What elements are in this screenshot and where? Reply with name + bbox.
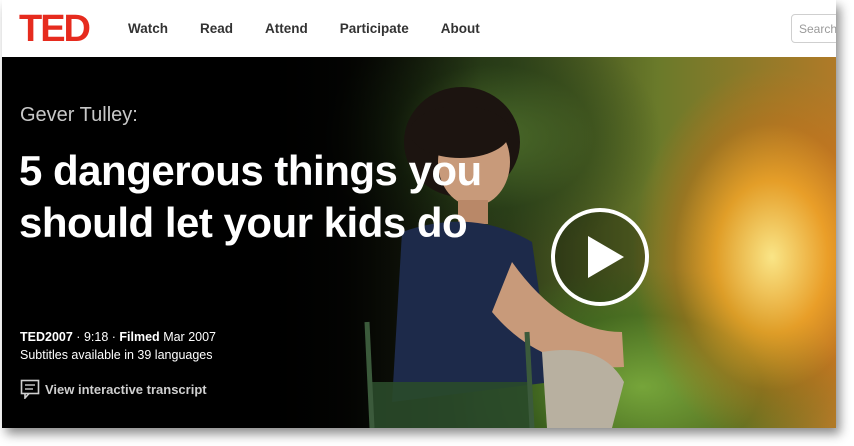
nav-read[interactable]: Read: [200, 20, 233, 38]
talk-hero[interactable]: Gever Tulley: 5 dangerous things you sho…: [2, 57, 836, 428]
talk-duration: 9:18: [83, 330, 109, 344]
ted-page: TED Watch Read Attend Participate About …: [2, 0, 836, 428]
top-navigation-bar: TED Watch Read Attend Participate About …: [2, 0, 836, 57]
event-name[interactable]: TED2007: [20, 330, 73, 344]
transcript-label: View interactive transcript: [45, 381, 207, 397]
search-input[interactable]: Search: [791, 14, 836, 43]
meta-separator: ·: [76, 330, 84, 344]
nav-about[interactable]: About: [441, 20, 480, 38]
filmed-label: Filmed: [119, 330, 160, 344]
nav-watch[interactable]: Watch: [128, 20, 168, 38]
talk-meta: TED2007 · 9:18 · Filmed Mar 2007: [20, 328, 216, 346]
talk-title: 5 dangerous things you should let your k…: [19, 147, 482, 246]
nav-participate[interactable]: Participate: [340, 20, 409, 38]
subtitles-info[interactable]: Subtitles available in 39 languages: [20, 346, 213, 364]
play-button[interactable]: [550, 207, 650, 307]
main-nav: Watch Read Attend Participate About: [128, 20, 512, 38]
speaker-name: Gever Tulley:: [20, 104, 138, 126]
filmed-date: Mar 2007: [163, 330, 216, 344]
nav-attend[interactable]: Attend: [265, 20, 308, 38]
ted-logo[interactable]: TED: [19, 9, 91, 49]
transcript-link[interactable]: View interactive transcript: [20, 379, 207, 399]
transcript-icon: [20, 379, 40, 399]
